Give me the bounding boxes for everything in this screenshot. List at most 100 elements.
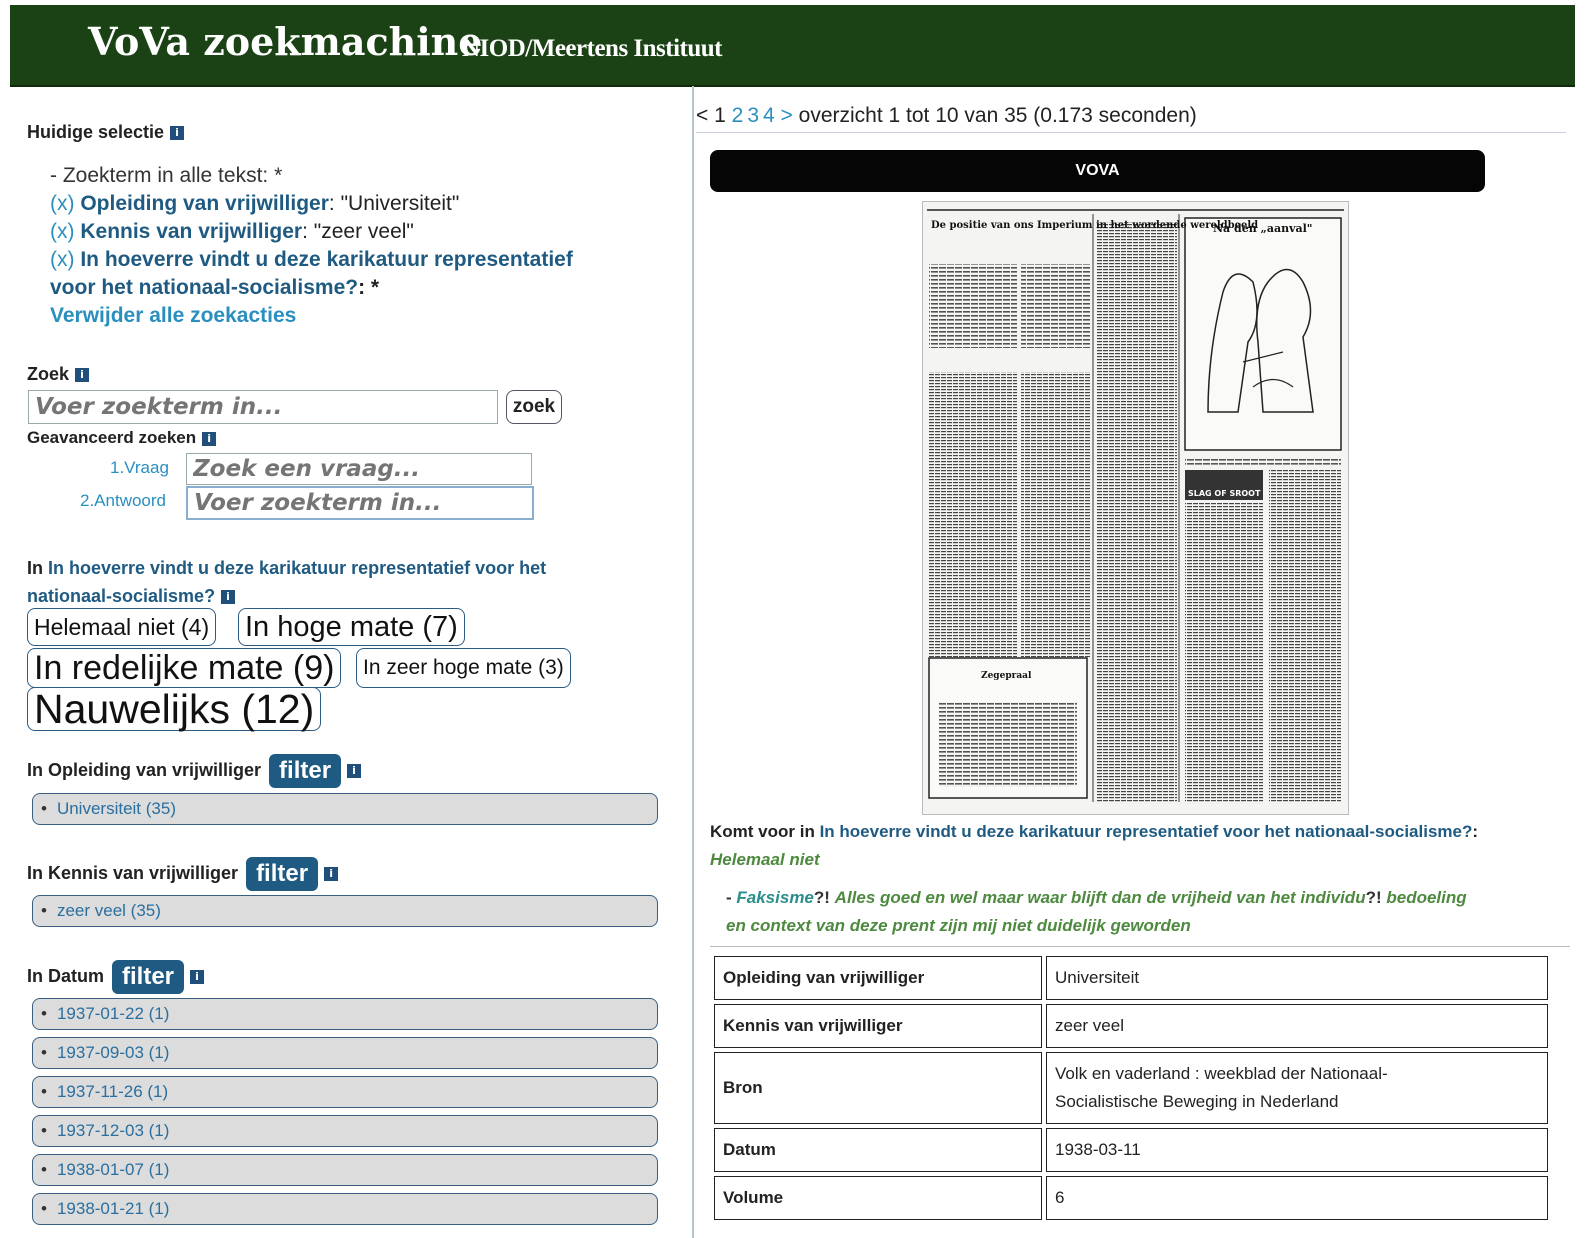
property-key: Volume: [714, 1176, 1042, 1220]
selection-value: : *: [358, 276, 380, 299]
results-summary: overzicht 1 tot 10 van 35 (0.173 seconde…: [798, 104, 1197, 127]
filter-button[interactable]: filter: [246, 857, 319, 891]
answer-label: 2.Antwoord: [80, 491, 166, 510]
facet-item-label[interactable]: 1938-01-07 (1): [57, 1160, 169, 1179]
selection-value: : "Universiteit": [328, 192, 460, 215]
comment-text-2: bedoeling: [1386, 888, 1467, 907]
facet-heading-label: In Opleiding van vrijwilliger: [27, 759, 262, 780]
occurs-question-link[interactable]: In hoeverre vindt u deze karikatuur repr…: [820, 822, 1473, 841]
property-key: Datum: [714, 1128, 1042, 1172]
bullet-icon: •: [41, 1043, 47, 1062]
opleiding-facet-heading: In Opleiding van vrijwilliger filter i: [27, 754, 362, 788]
pager-next[interactable]: >: [781, 104, 793, 127]
question-input[interactable]: [186, 453, 532, 485]
property-value: Volk en vaderland : weekblad der Nationa…: [1046, 1052, 1548, 1124]
facet-item-label[interactable]: 1937-09-03 (1): [57, 1043, 169, 1062]
occurs-prefix: Komt voor in: [710, 822, 820, 841]
selection-value: : "zeer veel": [302, 220, 414, 243]
result-occurs-in: Komt voor in In hoeverre vindt u deze ka…: [710, 822, 1570, 870]
facet-question-link-cont[interactable]: nationaal-socialisme?: [27, 586, 215, 606]
comment-highlight: Faksisme: [736, 888, 814, 907]
divider: [696, 132, 1566, 133]
selection-field[interactable]: Opleiding van vrijwilliger: [80, 192, 329, 215]
info-icon[interactable]: i: [202, 431, 217, 446]
facet-item[interactable]: • 1938-01-21 (1): [32, 1193, 658, 1225]
facet-item-label[interactable]: 1938-01-21 (1): [57, 1199, 169, 1218]
answer-chip-nauwelijks[interactable]: Nauwelijks (12): [27, 687, 322, 731]
answer-input[interactable]: [186, 486, 534, 520]
property-value-line-1: Volk en vaderland : weekblad der Nationa…: [1055, 1064, 1388, 1083]
facet-item-label[interactable]: Universiteit (35): [57, 799, 176, 818]
remove-filter-button[interactable]: (x): [50, 220, 75, 243]
remove-filter-button[interactable]: (x): [50, 248, 75, 271]
app-subtitle: NIOD/Meertens Instituut: [462, 35, 723, 62]
advanced-search-label: Geavanceerd zoeken: [27, 428, 197, 447]
filter-button[interactable]: filter: [112, 960, 185, 994]
pager-page-4[interactable]: 4: [763, 104, 775, 127]
search-input[interactable]: [28, 390, 498, 424]
facet-item[interactable]: • zeer veel (35): [32, 895, 658, 927]
facet-heading-label: In Datum: [27, 965, 105, 986]
pager-current: 1: [714, 104, 726, 127]
table-row: Datum 1938-03-11: [714, 1128, 1548, 1172]
app-header: VoVa zoekmachine NIOD/Meertens Instituut: [10, 5, 1575, 87]
remove-filter-button[interactable]: (x): [50, 192, 75, 215]
info-icon[interactable]: i: [347, 764, 362, 778]
info-icon[interactable]: i: [75, 368, 90, 383]
info-icon[interactable]: i: [324, 867, 339, 881]
info-icon[interactable]: i: [190, 970, 205, 984]
pager-prev[interactable]: <: [696, 104, 708, 127]
facet-item-label[interactable]: 1937-01-22 (1): [57, 1004, 169, 1023]
remove-all-link[interactable]: Verwijder alle zoekacties: [50, 304, 296, 328]
filter-button[interactable]: filter: [269, 754, 342, 788]
comment-dash: -: [726, 888, 737, 907]
bullet-icon: •: [41, 1121, 47, 1140]
info-icon[interactable]: i: [221, 590, 236, 605]
property-value: zeer veel: [1046, 1004, 1548, 1048]
answer-chip-helemaal-niet[interactable]: Helemaal niet (4): [27, 608, 217, 646]
property-key: Opleiding van vrijwilliger: [714, 956, 1042, 1000]
app-title[interactable]: VoVa zoekmachine: [88, 19, 482, 64]
pager-page-2[interactable]: 2: [732, 104, 744, 127]
facet-item[interactable]: • 1937-09-03 (1): [32, 1037, 658, 1069]
facet-question-link[interactable]: In hoeverre vindt u deze karikatuur repr…: [48, 558, 546, 578]
comment-punct-2: ?!: [1365, 888, 1387, 907]
selection-filter-3-cont: voor het nationaal-socialisme?: *: [50, 276, 379, 300]
pager-page-3[interactable]: 3: [747, 104, 759, 127]
facet-item-label[interactable]: 1937-12-03 (1): [57, 1121, 169, 1140]
search-button[interactable]: zoek: [506, 390, 562, 424]
facet-item-label[interactable]: 1937-11-26 (1): [57, 1082, 168, 1101]
answer-chip-in-zeer-hoge-mate[interactable]: In zeer hoge mate (3): [356, 648, 571, 688]
result-properties-table: Opleiding van vrijwilliger Universiteit …: [710, 952, 1552, 1224]
info-icon[interactable]: i: [170, 126, 185, 141]
selection-field[interactable]: Kennis van vrijwilliger: [80, 220, 302, 243]
newspaper-box-title: Zegepraal: [981, 671, 1032, 681]
facet-item-label[interactable]: zeer veel (35): [57, 901, 161, 920]
comment-text-1: Alles goed en wel maar waar blijft dan d…: [834, 888, 1366, 907]
facet-item[interactable]: • 1938-01-07 (1): [32, 1154, 658, 1186]
property-value: 1938-03-11: [1046, 1128, 1548, 1172]
property-value: 6: [1046, 1176, 1548, 1220]
comment-text-3: en context van deze prent zijn mij niet …: [726, 916, 1191, 935]
selection-field-cont[interactable]: voor het nationaal-socialisme?: [50, 276, 358, 299]
facet-item[interactable]: • 1937-12-03 (1): [32, 1115, 658, 1147]
question-label: 1.Vraag: [110, 458, 169, 477]
property-value-line-2: Socialistische Beweging in Nederland: [1055, 1092, 1339, 1111]
selection-filter-1: (x) Opleiding van vrijwilliger: "Univers…: [50, 192, 459, 216]
facet-item[interactable]: • 1937-01-22 (1): [32, 998, 658, 1030]
search-heading: Zoek i: [27, 364, 90, 385]
result-source-bar: VOVA: [710, 150, 1485, 192]
newspaper-headline-left: De positie van ons Imperium in het worde…: [931, 220, 1258, 231]
answer-chip-in-hoge-mate[interactable]: In hoge mate (7): [238, 608, 465, 646]
answer-chip-in-redelijke-mate[interactable]: In redelijke mate (9): [27, 648, 342, 688]
property-key: Kennis van vrijwilliger: [714, 1004, 1042, 1048]
newspaper-small-head: SLAG OF SROOT: [1188, 489, 1261, 498]
facet-item[interactable]: • 1937-11-26 (1): [32, 1076, 658, 1108]
pagination: < 1 234 > overzicht 1 tot 10 van 35 (0.1…: [696, 104, 1197, 128]
facet-item[interactable]: • Universiteit (35): [32, 793, 658, 825]
table-row: Volume 6: [714, 1176, 1548, 1220]
selection-field[interactable]: In hoeverre vindt u deze karikatuur repr…: [80, 248, 573, 271]
comment-punct: ?!: [813, 888, 835, 907]
sidebar: Huidige selectie i - Zoekterm in alle tek…: [0, 86, 680, 1238]
result-thumbnail[interactable]: De positie van ons Imperium in het worde…: [922, 201, 1349, 815]
